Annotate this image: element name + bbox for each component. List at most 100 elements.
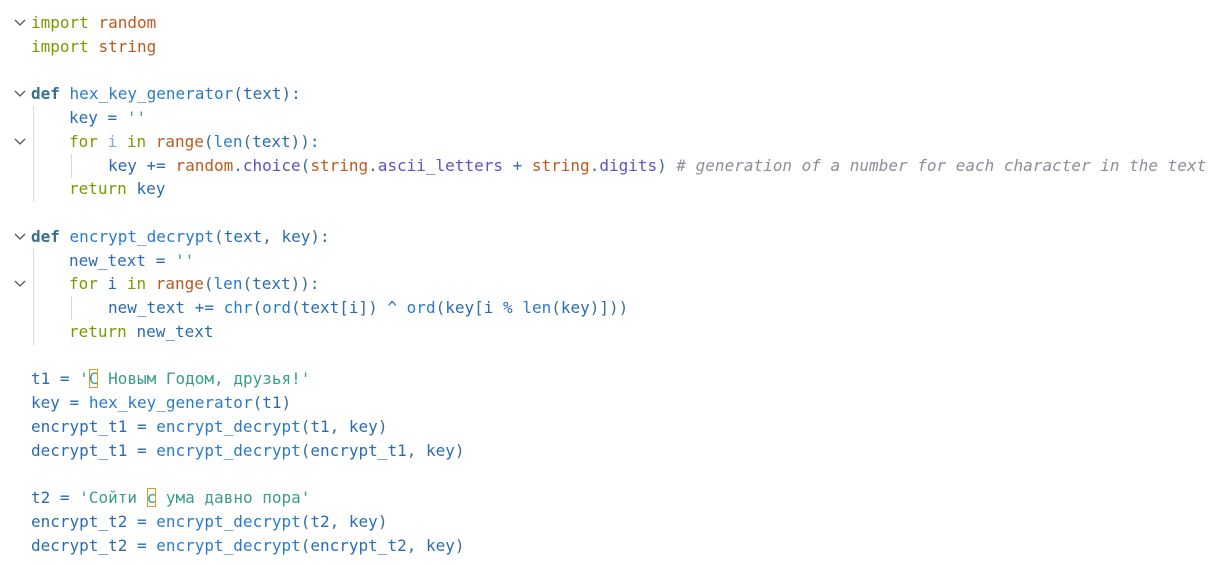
code-line[interactable]: def encrypt_decrypt(text, key): [0,225,1229,249]
chevron-down-icon[interactable] [13,88,27,100]
code-line[interactable]: decrypt_t2 = encrypt_decrypt(encrypt_t2,… [0,534,1229,558]
punctuation: ( [233,84,243,103]
loop-variable: i [107,132,118,151]
punctuation: ( [300,536,311,555]
code-line[interactable]: key = hex_key_generator(t1) [0,391,1229,415]
punctuation: ): [310,227,330,246]
punctuation: ( [300,417,311,436]
builtin-chr: chr [223,298,253,317]
module-name: string [531,156,590,175]
variable: key [69,108,98,127]
variable: encrypt_t2 [31,512,128,531]
chevron-down-icon[interactable] [13,136,27,148]
code-line[interactable]: new_text += chr(ord(text[i]) ^ ord(key[i… [0,296,1229,320]
code-line[interactable]: for i in range(len(text)): [0,130,1229,154]
chevron-down-icon[interactable] [13,231,27,243]
code-line[interactable]: new_text = '' [0,249,1229,273]
keyword-def: def [31,227,60,246]
builtin-len: len [213,132,243,151]
keyword-in: in [126,132,147,151]
parameter: key [281,227,311,246]
code-line[interactable]: key = '' [0,106,1229,130]
punctuation: ( [214,227,224,246]
punctuation: ): [281,84,301,103]
function-call: encrypt_decrypt [156,512,301,531]
code-line[interactable]: decrypt_t1 = encrypt_decrypt(encrypt_t1,… [0,439,1229,463]
variable: text [252,132,291,151]
operator: + [502,156,532,175]
builtin-ord: ord [406,298,436,317]
module-name: string [98,37,157,56]
variable: new_text [136,322,214,341]
variable: decrypt_t2 [31,536,128,555]
variable: t2 [31,488,51,507]
operator: = [127,417,157,436]
punctuation: , [406,536,426,555]
variable: encrypt_t2 [310,536,407,555]
highlighted-character: С [88,369,99,388]
parameter: text [242,84,282,103]
string-literal: ' [79,369,89,388]
code-line[interactable]: return key [0,177,1229,201]
operator: = [50,488,80,507]
code-line[interactable]: for i in range(len(text)): [0,272,1229,296]
builtin-range: range [155,274,204,293]
variable: decrypt_t1 [31,441,128,460]
punctuation: . [589,156,600,175]
operator: = [127,536,157,555]
code-line[interactable]: encrypt_t1 = encrypt_decrypt(t1, key) [0,415,1229,439]
module-name: string [310,156,369,175]
operator: += [185,298,224,317]
loop-variable: i [107,274,118,293]
code-editor[interactable]: import random import string def hex_key_… [0,0,1229,565]
keyword-import: import [31,37,89,56]
string-literal: 'Сойти [79,488,147,507]
string-literal: '' [126,108,147,127]
variable: key [425,536,455,555]
variable: i [483,298,494,317]
keyword-return: return [69,322,127,341]
code-line[interactable]: t1 = 'С Новым Годом, друзья!' [0,367,1229,391]
function-name: hex_key_generator [69,84,234,103]
variable: encrypt_t1 [31,417,128,436]
operator: % [493,298,523,317]
function-call: hex_key_generator [88,393,253,412]
code-line[interactable]: return new_text [0,320,1229,344]
punctuation: , [329,512,349,531]
code-line[interactable]: key += random.choice(string.ascii_letter… [0,154,1229,178]
punctuation: ( [300,512,311,531]
punctuation: ) [377,512,388,531]
chevron-down-icon[interactable] [13,17,27,29]
operator: = [127,512,157,531]
punctuation: ( [203,274,214,293]
builtin-range: range [155,132,204,151]
keyword-import: import [31,13,89,32]
keyword-for: for [69,274,98,293]
code-line[interactable]: t2 = 'Сойти с ума давно пора' [0,486,1229,510]
variable: text [252,274,291,293]
chevron-down-icon[interactable] [13,278,27,290]
punctuation: ]) [358,298,378,317]
punctuation: , [329,417,349,436]
comment: # generation of a number for each charac… [666,156,1207,175]
code-line[interactable]: import string [0,35,1229,59]
punctuation: [ [474,298,484,317]
function-call: encrypt_decrypt [156,536,301,555]
variable: key [560,298,590,317]
code-line[interactable]: encrypt_t2 = encrypt_decrypt(t2, key) [0,510,1229,534]
variable: text [300,298,340,317]
builtin-ord: ord [262,298,292,317]
code-line[interactable]: import random [0,11,1229,35]
function-name: encrypt_decrypt [69,227,215,246]
code-line[interactable]: def hex_key_generator(text): [0,82,1229,106]
punctuation: )) [290,274,310,293]
keyword-for: for [69,132,98,151]
variable: t1 [31,369,51,388]
attribute: digits [599,156,658,175]
punctuation: ( [291,298,301,317]
module-name: random [98,13,157,32]
punctuation: [ [339,298,349,317]
punctuation: ( [252,298,263,317]
string-literal: ума давно пора' [156,488,311,507]
operator: = [127,441,157,460]
